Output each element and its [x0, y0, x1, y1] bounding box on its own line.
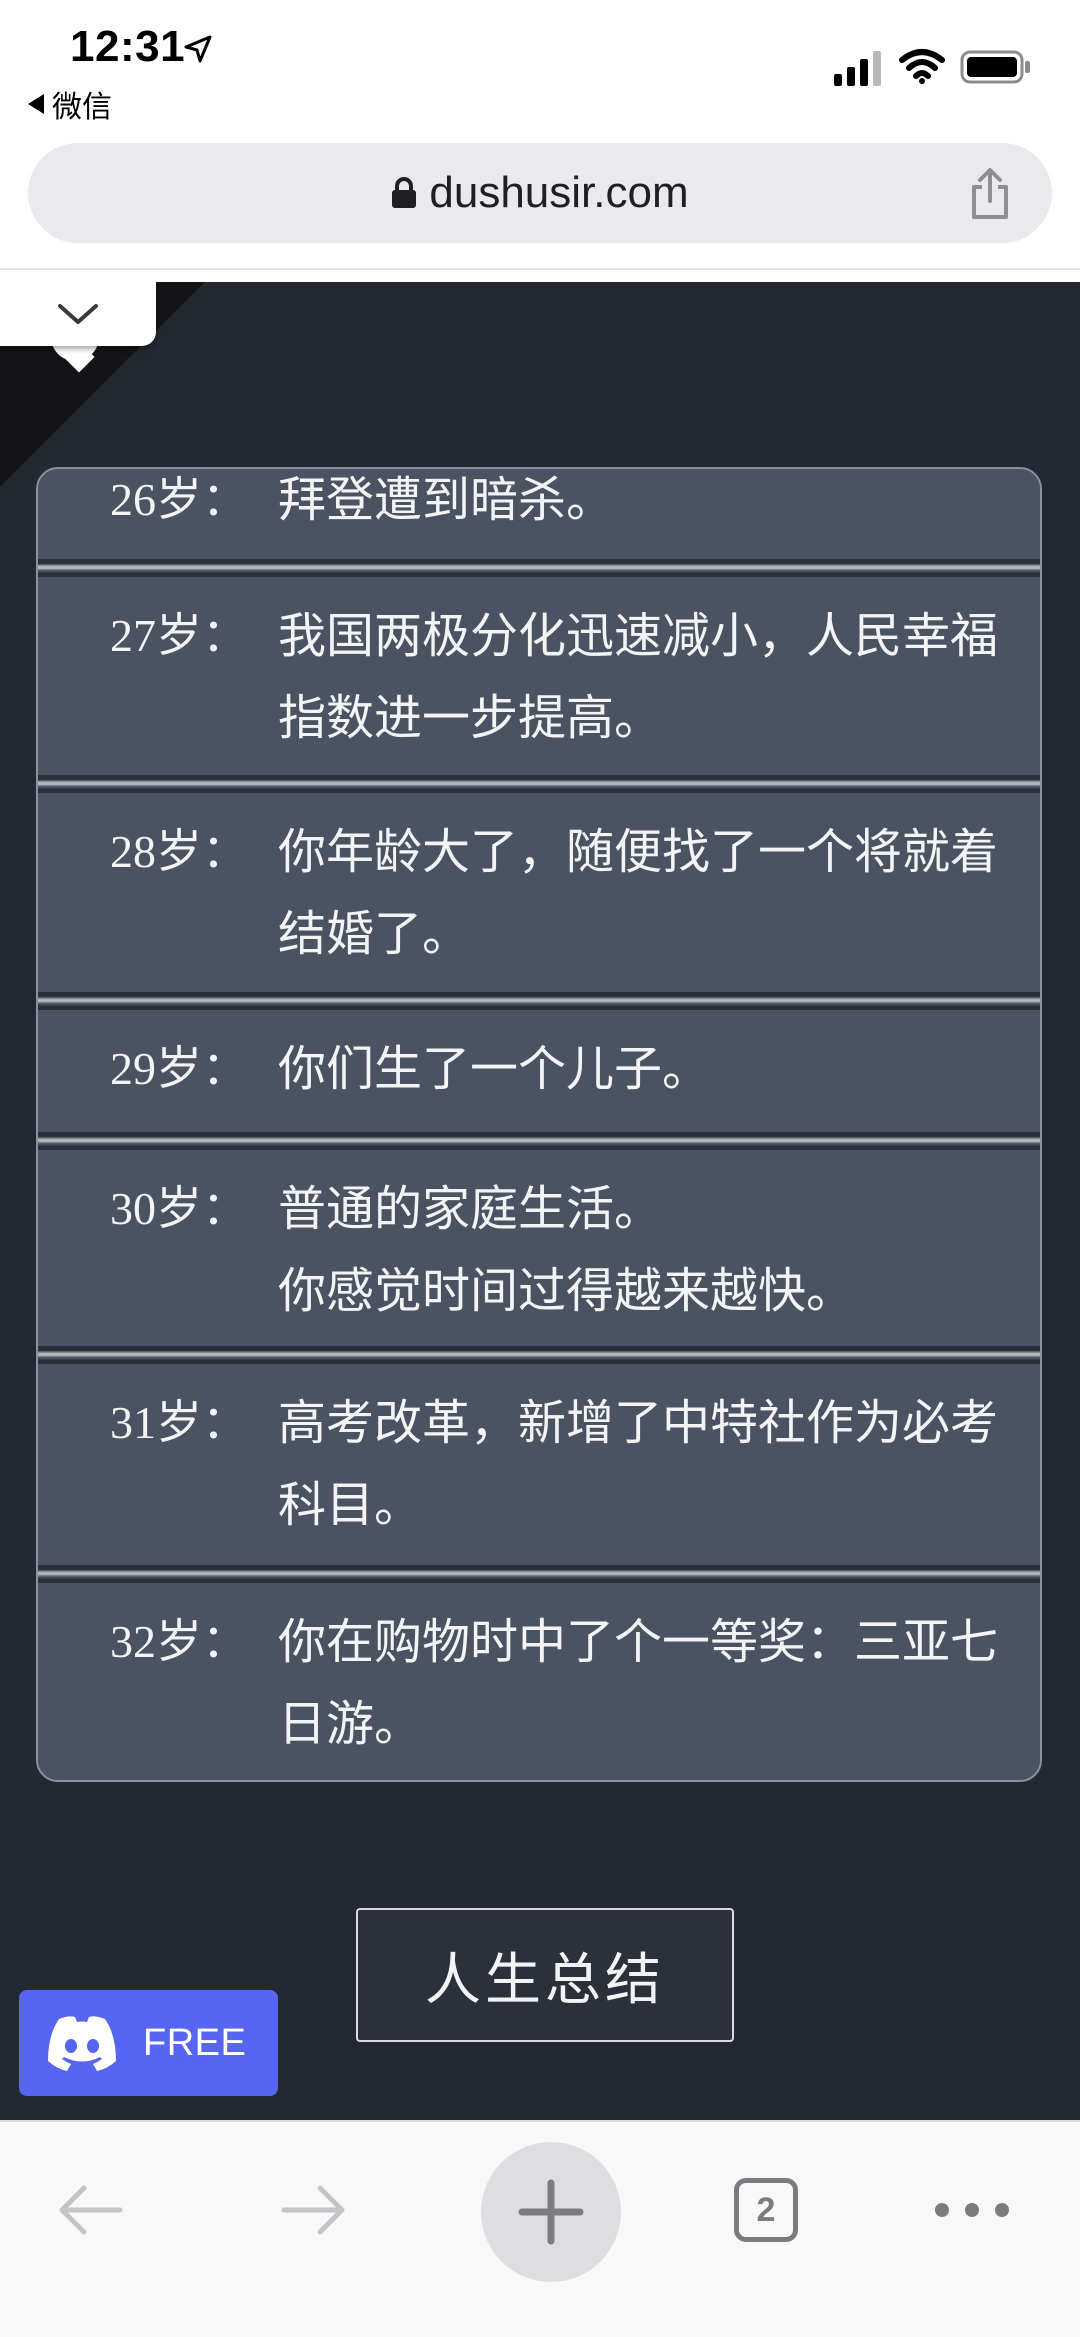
tabs-button[interactable]: 2	[706, 2150, 826, 2270]
back-triangle-icon	[28, 94, 44, 114]
event-row: 27岁： 我国两极分化迅速减小，人民幸福指数进一步提高。	[38, 577, 1040, 775]
event-age: 31岁：	[110, 1397, 248, 1448]
event-separator	[38, 992, 1040, 1010]
event-age: 28岁：	[110, 826, 248, 877]
event-separator	[38, 1132, 1040, 1150]
back-button[interactable]	[30, 2150, 150, 2270]
discord-badge-label: FREE	[143, 2021, 247, 2064]
share-icon[interactable]	[966, 167, 1014, 221]
forward-button[interactable]	[254, 2150, 374, 2270]
collapse-toggle-button[interactable]	[0, 282, 156, 346]
event-age: 27岁：	[110, 610, 248, 661]
event-text: 普通的家庭生活。 你感觉时间过得越来越快。	[278, 1181, 855, 1319]
discord-icon	[48, 2016, 116, 2071]
status-bar: 12:31 微信	[0, 0, 1080, 135]
event-age: 30岁：	[110, 1183, 248, 1234]
event-age: 29岁：	[110, 1043, 248, 1094]
event-text: 你在购物时中了个一等奖：三亚七日游。	[278, 1614, 999, 1752]
life-summary-button[interactable]: 人生总结	[356, 1908, 734, 2042]
address-bar-area: dushusir.com	[0, 135, 1080, 270]
url-text: dushusir.com	[429, 168, 689, 217]
event-row: 32岁： 你在购物时中了个一等奖：三亚七日游。	[38, 1583, 1040, 1780]
event-age: 32岁：	[110, 1616, 248, 1667]
page-content: 26岁： 拜登遭到暗杀。 27岁： 我国两极分化迅速减小，人民幸福指数进一步提高…	[0, 282, 1080, 2120]
more-dots-icon	[935, 2203, 1009, 2217]
event-separator	[38, 559, 1040, 577]
chevron-down-icon	[58, 304, 98, 324]
lock-icon	[392, 177, 417, 208]
event-separator	[38, 775, 1040, 793]
event-row: 30岁： 普通的家庭生活。 你感觉时间过得越来越快。	[38, 1150, 1040, 1346]
event-text: 你年龄大了，随便找了一个将就着结婚了。	[278, 824, 999, 962]
event-row: 28岁： 你年龄大了，随便找了一个将就着结婚了。	[38, 793, 1040, 992]
event-separator	[38, 1346, 1040, 1364]
arrow-right-icon	[281, 2185, 345, 2235]
more-menu-button[interactable]	[912, 2150, 1032, 2270]
back-app-label: 微信	[52, 90, 112, 125]
new-tab-button[interactable]	[481, 2142, 621, 2282]
life-events-card: 26岁： 拜登遭到暗杀。 27岁： 我国两极分化迅速减小，人民幸福指数进一步提高…	[36, 467, 1042, 1782]
event-text: 你们生了一个儿子。	[278, 1041, 711, 1097]
address-bar[interactable]: dushusir.com	[28, 143, 1052, 243]
event-row: 31岁： 高考改革，新增了中特社作为必考科目。	[38, 1364, 1040, 1565]
cellular-signal-icon	[834, 51, 881, 86]
back-to-app-link[interactable]: 微信	[28, 82, 112, 126]
event-age: 26岁：	[110, 474, 248, 525]
event-text: 拜登遭到暗杀。	[278, 472, 615, 528]
browser-toolbar: 2	[0, 2120, 1080, 2337]
event-row: 26岁： 拜登遭到暗杀。	[38, 469, 1040, 559]
event-text: 我国两极分化迅速减小，人民幸福指数进一步提高。	[278, 608, 999, 746]
arrow-left-icon	[59, 2185, 123, 2235]
battery-icon	[960, 50, 1030, 84]
event-text: 高考改革，新增了中特社作为必考科目。	[278, 1395, 999, 1533]
wifi-icon	[899, 49, 945, 84]
event-row: 29岁： 你们生了一个儿子。	[38, 1010, 1040, 1132]
discord-free-badge[interactable]: FREE	[19, 1990, 278, 2096]
plus-icon	[518, 2179, 584, 2245]
location-arrow-icon	[184, 35, 212, 63]
tabs-count: 2	[734, 2178, 798, 2242]
status-time: 12:31	[70, 22, 186, 71]
event-separator	[38, 1565, 1040, 1583]
